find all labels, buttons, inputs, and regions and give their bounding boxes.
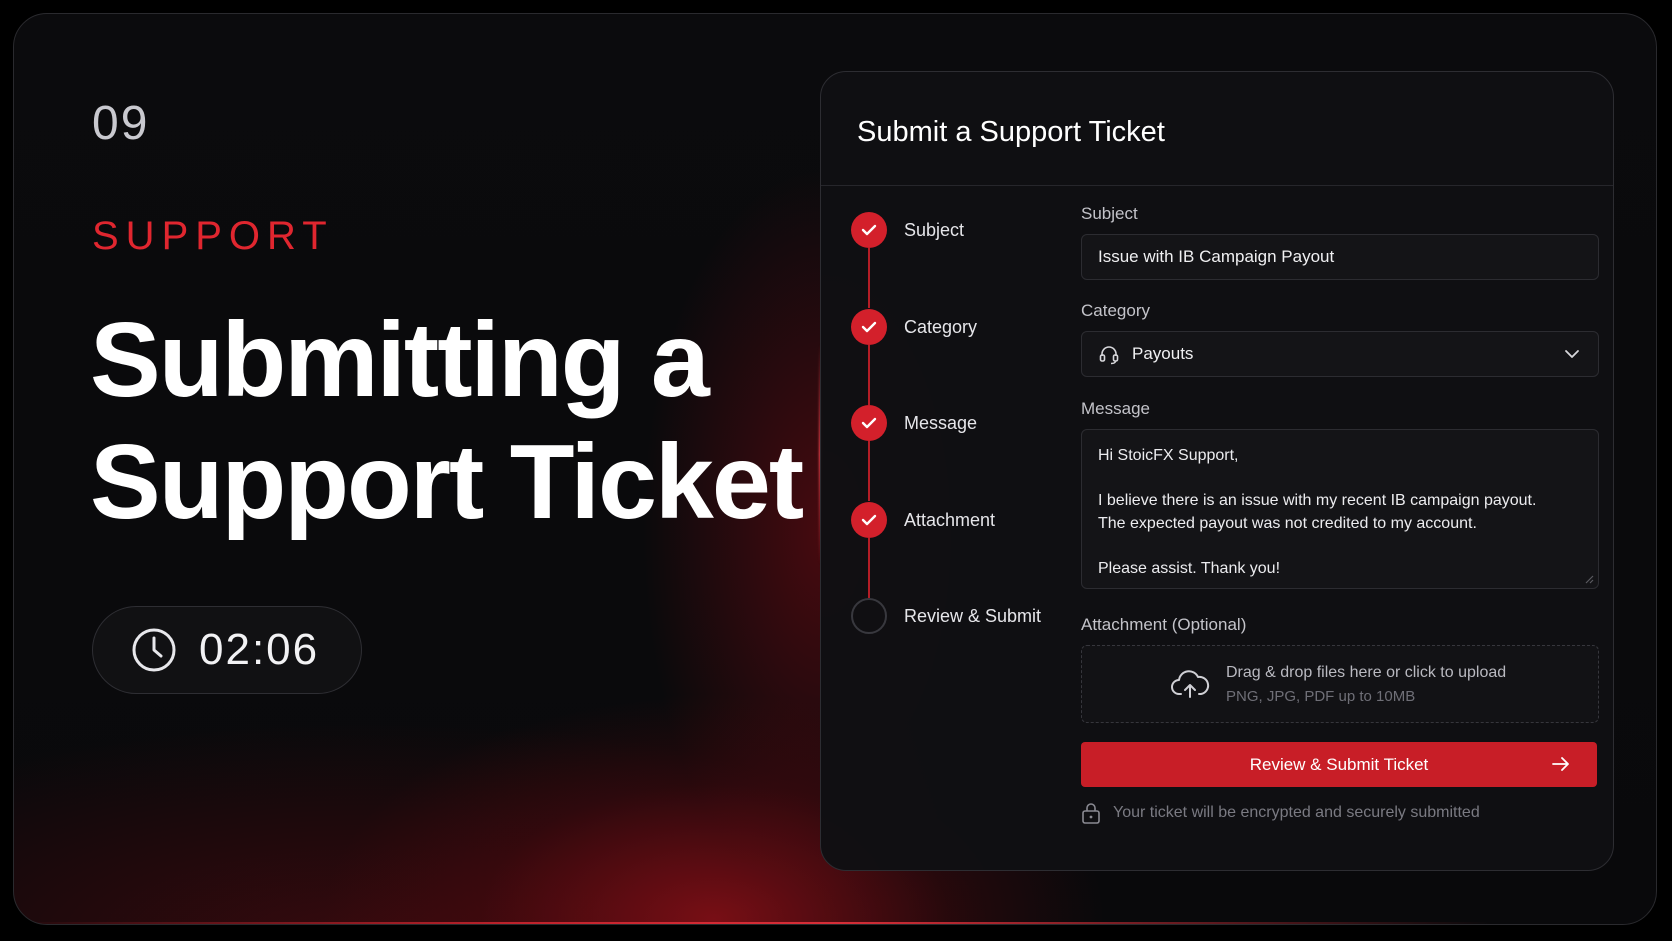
- step-label: Category: [904, 316, 978, 337]
- resize-handle-icon[interactable]: [1584, 574, 1594, 584]
- step-label: Message: [904, 412, 978, 433]
- step-connector: [868, 441, 870, 501]
- step-label: Subject: [904, 219, 965, 240]
- cloud-upload-icon: [1171, 670, 1210, 698]
- category-value: Payouts: [1132, 344, 1194, 363]
- attachment-label: Attachment (Optional): [1081, 615, 1247, 634]
- subject-input[interactable]: Issue with IB Campaign Payout: [1081, 234, 1599, 280]
- clock-icon: [132, 628, 176, 672]
- message-label: Message: [1081, 399, 1150, 418]
- check-icon: [851, 212, 887, 248]
- review-submit-button[interactable]: Review & Submit Ticket: [1081, 742, 1597, 787]
- step-label: Review & Submit: [904, 605, 1042, 626]
- section-eyebrow: SUPPORT: [92, 214, 334, 258]
- message-line: Hi StoicFX Support,: [1098, 447, 1239, 464]
- step-message[interactable]: Message: [851, 405, 977, 441]
- step-category[interactable]: Category: [851, 309, 977, 345]
- timer-pill: 02:06: [92, 606, 362, 694]
- arrow-right-icon: [1552, 757, 1569, 771]
- category-label: Category: [1081, 301, 1150, 320]
- message-line: The expected payout was not credited to …: [1098, 515, 1477, 532]
- subject-label: Subject: [1081, 204, 1138, 223]
- pending-step-circle: [851, 598, 887, 634]
- dropzone-text: Drag & drop files here or click to uploa…: [1226, 664, 1506, 705]
- chevron-down-icon: [1565, 350, 1579, 358]
- headline-line-1: Submitting a: [90, 301, 710, 419]
- check-icon: [851, 309, 887, 345]
- message-line: Please assist. Thank you!: [1098, 560, 1281, 577]
- progress-stepper: Subject Category Message Attachment Revi…: [851, 212, 1051, 732]
- file-dropzone[interactable]: Drag & drop files here or click to uploa…: [1081, 645, 1599, 723]
- security-note-text: Your ticket will be encrypted and secure…: [1113, 804, 1480, 821]
- check-icon: [851, 502, 887, 538]
- step-label: Attachment: [904, 509, 996, 530]
- step-connector: [868, 345, 870, 405]
- step-subject[interactable]: Subject: [851, 212, 964, 248]
- slide-headline: Submitting a Support Ticket: [90, 299, 810, 543]
- step-review-submit[interactable]: Review & Submit: [851, 598, 1041, 634]
- dropzone-file-types: PNG, JPG, PDF up to 10MB: [1226, 687, 1416, 705]
- card-title: Submit a Support Ticket: [857, 116, 1165, 148]
- slide-frame: 09 SUPPORT Submitting a Support Ticket 0…: [13, 13, 1657, 925]
- category-select[interactable]: Payouts: [1081, 331, 1599, 377]
- slide-left-panel: 09 SUPPORT Submitting a Support Ticket 0…: [14, 14, 814, 924]
- step-connector: [868, 538, 870, 598]
- support-ticket-card: Submit a Support Ticket Subject Category: [820, 71, 1614, 871]
- timer-value: 02:06: [199, 625, 320, 674]
- step-attachment[interactable]: Attachment: [851, 502, 995, 538]
- headline-line-2: Support Ticket: [90, 423, 804, 541]
- check-icon: [851, 405, 887, 441]
- submit-button-label: Review & Submit Ticket: [1249, 754, 1429, 774]
- step-connector: [868, 248, 870, 308]
- slide-number: 09: [92, 97, 150, 150]
- message-line: I believe there is an issue with my rece…: [1098, 492, 1537, 509]
- message-textarea[interactable]: Hi StoicFX Support, I believe there is a…: [1081, 429, 1599, 589]
- security-note: Your ticket will be encrypted and secure…: [1081, 802, 1480, 824]
- lock-icon: [1082, 803, 1100, 824]
- headset-icon: [1099, 346, 1119, 365]
- card-divider: [821, 185, 1613, 186]
- dropzone-main-text: Drag & drop files here or click to uploa…: [1226, 663, 1507, 681]
